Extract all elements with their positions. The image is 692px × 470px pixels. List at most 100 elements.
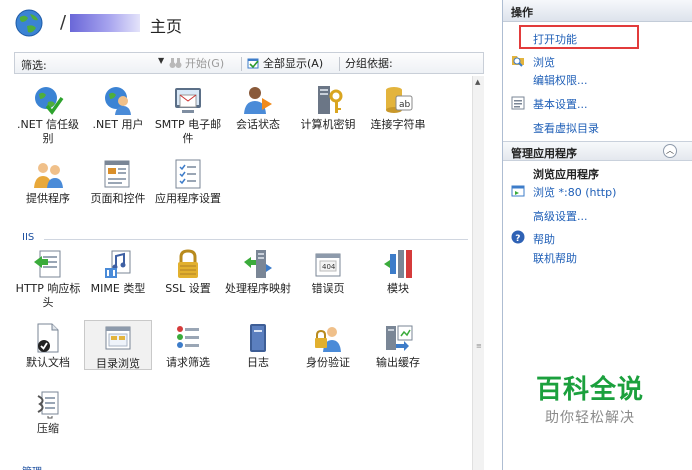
feature-label: 身份验证 <box>306 356 350 369</box>
filter-dropdown-icon[interactable]: ▼ <box>158 56 164 65</box>
svg-text:ab: ab <box>399 100 411 110</box>
feature-request-filtering[interactable]: 请求筛选 <box>154 322 222 370</box>
feature-label: 会话状态 <box>236 118 280 131</box>
binoculars-icon <box>169 58 182 68</box>
group-header-iis: IIS <box>22 232 35 243</box>
group-by-button[interactable]: 分组依据: <box>345 56 393 72</box>
http-headers-icon <box>34 250 61 278</box>
feature-label: 页面和控件 <box>90 192 146 205</box>
feature-machine-key[interactable]: 计算机密钥 <box>294 84 362 132</box>
handler-mappings-icon <box>244 250 272 278</box>
scroll-up-icon[interactable]: ▲ <box>475 78 480 86</box>
modules-icon <box>384 250 412 278</box>
feature-smtp[interactable]: SMTP 电子邮件 <box>154 84 222 146</box>
feature-authentication[interactable]: 身份验证 <box>294 322 362 370</box>
feature-logging[interactable]: 日志 <box>224 322 292 370</box>
vertical-scrollbar[interactable]: ▲ ≡ <box>472 76 484 470</box>
feature-modules[interactable]: 模块 <box>364 248 432 296</box>
feature-pages-controls[interactable]: 页面和控件 <box>84 158 152 206</box>
group-header-manage: 管理 <box>22 463 42 470</box>
feature-net-trust[interactable]: .NET 信任级别 <box>14 84 82 146</box>
view-virtual-directories-link[interactable]: 查看虚拟目录 <box>533 120 599 136</box>
feature-compression[interactable]: 压缩 <box>14 388 82 436</box>
feature-label: 默认文档 <box>26 356 70 369</box>
manage-application-header[interactable]: 管理应用程序 ︿ <box>503 141 692 161</box>
start-filter-button[interactable]: 开始(G) <box>169 56 224 72</box>
providers-icon <box>34 163 63 188</box>
feature-output-caching[interactable]: 输出缓存 <box>364 322 432 370</box>
feature-label: 连接字符串 <box>370 118 426 131</box>
compression-icon <box>37 391 59 419</box>
feature-label: 处理程序映射 <box>225 282 291 295</box>
error-page-icon: 404 <box>315 253 341 277</box>
lock-icon <box>178 249 198 278</box>
scroll-grip-icon[interactable]: ≡ <box>476 342 482 350</box>
feature-label: .NET 信任级别 <box>17 118 79 145</box>
net-trust-icon <box>35 87 64 115</box>
net-users-icon <box>105 87 131 115</box>
show-all-label: 全部显示(A) <box>263 57 324 70</box>
feature-net-users[interactable]: .NET 用户 <box>84 84 152 132</box>
default-document-icon <box>37 323 59 353</box>
feature-providers[interactable]: 提供程序 <box>14 158 82 206</box>
feature-label: 日志 <box>247 356 269 369</box>
smtp-icon <box>175 88 201 113</box>
actions-header: 操作 <box>503 0 692 22</box>
feature-default-document[interactable]: 默认文档 <box>14 322 82 370</box>
feature-session-state[interactable]: 会话状态 <box>224 84 292 132</box>
online-help-link[interactable]: 联机帮助 <box>533 250 577 266</box>
svg-text:404: 404 <box>322 263 336 271</box>
group-divider <box>44 239 468 240</box>
feature-label: 模块 <box>387 282 409 295</box>
feature-label: 应用程序设置 <box>155 192 221 205</box>
feature-ssl-settings[interactable]: SSL 设置 <box>154 248 222 296</box>
basic-settings-icon <box>511 96 525 110</box>
show-all-button[interactable]: 全部显示(A) <box>247 56 323 72</box>
watermark-logo: 百科全说 助你轻松解决 <box>514 362 666 448</box>
advanced-settings-link[interactable]: 高级设置... <box>533 208 588 224</box>
machine-key-icon <box>318 86 343 114</box>
highlight-box <box>519 25 639 49</box>
feature-directory-browsing[interactable]: 目录浏览 <box>84 320 152 370</box>
svg-text:?: ? <box>515 234 520 244</box>
breadcrumb-slash: / <box>60 12 67 33</box>
basic-settings-link[interactable]: 基本设置... <box>533 96 588 112</box>
request-filtering-icon <box>177 326 199 348</box>
feature-error-pages[interactable]: 404 错误页 <box>294 248 362 296</box>
session-state-icon <box>244 87 272 114</box>
page-header: / 主页 <box>0 0 488 46</box>
filter-label: 筛选: <box>21 59 47 72</box>
feature-icon-grid: .NET 信任级别 .NET 用户 SMTP 电子邮件 会话状态 计算机密钥 a… <box>14 76 470 470</box>
globe-icon <box>15 9 43 37</box>
feature-handler-mappings[interactable]: 处理程序映射 <box>224 248 292 296</box>
feature-label: SMTP 电子邮件 <box>154 118 222 145</box>
feature-label: SSL 设置 <box>165 282 211 295</box>
feature-app-settings[interactable]: 应用程序设置 <box>154 158 222 206</box>
directory-browsing-icon <box>105 326 131 350</box>
browse-port-80-link[interactable]: 浏览 *:80 (http) <box>533 184 616 200</box>
feature-label: 输出缓存 <box>376 356 420 369</box>
app-settings-icon <box>175 159 201 189</box>
browse-link[interactable]: 浏览 <box>533 54 555 70</box>
edit-permissions-link[interactable]: 编辑权限... <box>533 72 588 88</box>
feature-label: MIME 类型 <box>90 282 146 295</box>
feature-label: 请求筛选 <box>166 356 210 369</box>
feature-http-response-headers[interactable]: HTTP 响应标头 <box>14 248 82 310</box>
mime-types-icon <box>105 250 131 278</box>
feature-label: 提供程序 <box>26 192 70 205</box>
help-link[interactable]: 帮助 <box>533 231 555 247</box>
group-by-label: 分组依据: <box>345 57 393 70</box>
feature-mime-types[interactable]: MIME 类型 <box>84 248 152 296</box>
browse-application-label: 浏览应用程序 <box>533 168 599 181</box>
feature-label: 计算机密钥 <box>300 118 356 131</box>
pages-controls-icon <box>104 160 130 188</box>
redacted-site-name <box>70 14 140 32</box>
toolbar-separator <box>241 57 242 71</box>
feature-label: 错误页 <box>311 282 345 295</box>
features-view: / 主页 筛选: ▼ 开始(G) 全部显示(A) 分组依据: .NET 信任级别… <box>0 0 488 470</box>
authentication-icon <box>315 327 341 352</box>
manage-application-title: 管理应用程序 <box>511 147 577 160</box>
collapse-chevron-icon[interactable]: ︿ <box>663 144 677 158</box>
feature-connection-strings[interactable]: ab 连接字符串 <box>364 84 432 132</box>
help-icon: ? <box>511 230 525 244</box>
